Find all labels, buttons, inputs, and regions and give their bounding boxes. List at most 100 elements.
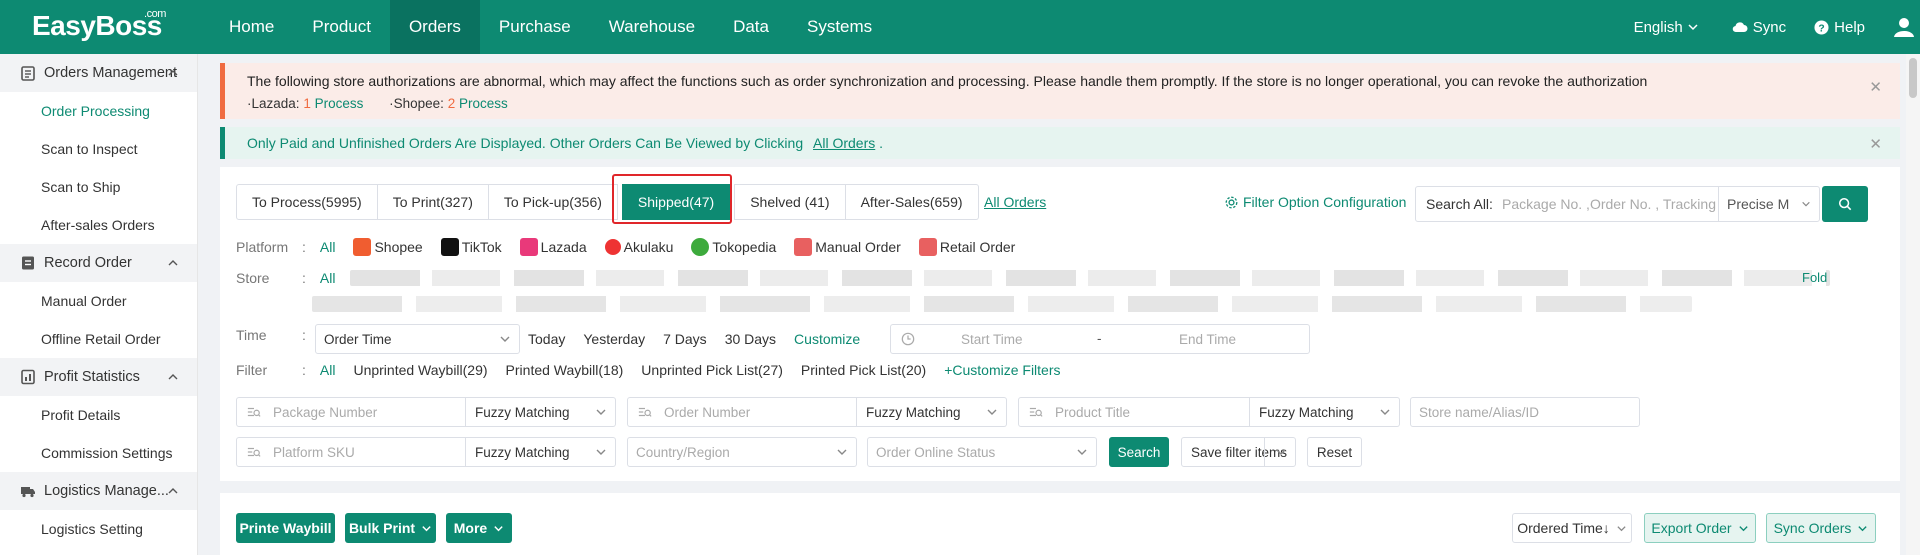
close-icon[interactable]: ✕ bbox=[1869, 135, 1882, 153]
chevron-down-icon bbox=[596, 409, 606, 415]
order-number-match-select[interactable]: Fuzzy Matching bbox=[857, 397, 1007, 427]
export-order-button[interactable]: Export Order bbox=[1644, 513, 1756, 543]
tab-to-print[interactable]: To Print(327) bbox=[377, 184, 489, 220]
clock-icon bbox=[901, 332, 915, 346]
bulk-print-button[interactable]: Bulk Print bbox=[345, 513, 436, 543]
search-mode-select[interactable]: Precise M bbox=[1719, 196, 1819, 212]
lazada-label: ·Lazada: bbox=[247, 96, 300, 111]
chart-icon bbox=[21, 369, 35, 385]
filter-label: Filter bbox=[236, 362, 268, 378]
sidebar-group-orders-management[interactable]: Orders Management bbox=[0, 54, 197, 92]
date-range-picker[interactable]: Start Time - End Time bbox=[890, 324, 1310, 354]
filter-panel: To Process(5995) To Print(327) To Pick-u… bbox=[220, 167, 1900, 481]
platform-sku-match-select[interactable]: Fuzzy Matching bbox=[466, 437, 616, 467]
save-filter-items-button[interactable]: Save filter items bbox=[1181, 437, 1296, 467]
sidebar-item-logistics-setting[interactable]: Logistics Setting bbox=[0, 510, 197, 548]
tab-to-pick-up[interactable]: To Pick-up(356) bbox=[488, 184, 618, 220]
tab-to-process[interactable]: To Process(5995) bbox=[236, 184, 378, 220]
platform-tiktok[interactable]: TikTok bbox=[440, 238, 502, 256]
filter-option-configuration[interactable]: Filter Option Configuration bbox=[1225, 194, 1406, 210]
chevron-down-icon bbox=[422, 525, 431, 531]
sidebar-group-logistics-management[interactable]: Logistics Manage... bbox=[0, 472, 197, 510]
filter-printed-pick-list[interactable]: Printed Pick List(20) bbox=[801, 362, 926, 378]
product-title-match-select[interactable]: Fuzzy Matching bbox=[1250, 397, 1400, 427]
sidebar-item-manual-order[interactable]: Manual Order bbox=[0, 282, 197, 320]
platform-sku-input[interactable]: Platform SKU bbox=[236, 437, 466, 467]
filter-unprinted-pick-list[interactable]: Unprinted Pick List(27) bbox=[641, 362, 783, 378]
gear-icon bbox=[1225, 196, 1238, 208]
tab-shelved[interactable]: Shelved (41) bbox=[734, 184, 846, 220]
sidebar-group-record-order[interactable]: Record Order bbox=[0, 244, 197, 282]
reset-button[interactable]: Reset bbox=[1307, 437, 1362, 467]
filter-all[interactable]: All bbox=[320, 362, 336, 378]
time-today[interactable]: Today bbox=[528, 331, 565, 347]
time-7-days[interactable]: 7 Days bbox=[663, 331, 707, 347]
page-scrollbar[interactable] bbox=[1906, 54, 1920, 555]
print-waybill-button[interactable]: Printe Waybill bbox=[236, 513, 335, 543]
search-all-input[interactable]: Package No. ,Order No. , Tracking bbox=[1498, 187, 1719, 221]
document-icon bbox=[22, 256, 34, 270]
customize-filters-link[interactable]: +Customize Filters bbox=[944, 362, 1060, 378]
package-number-input[interactable]: Package Number bbox=[236, 397, 466, 427]
product-title-input[interactable]: Product Title bbox=[1018, 397, 1250, 427]
platform-tokopedia[interactable]: Tokopedia bbox=[691, 238, 776, 256]
platform-shopee[interactable]: Shopee bbox=[353, 238, 423, 256]
info-all-orders-link[interactable]: All Orders bbox=[813, 135, 875, 151]
filter-printed-waybill[interactable]: Printed Waybill(18) bbox=[506, 362, 624, 378]
date-separator: - bbox=[1097, 331, 1102, 346]
close-icon[interactable]: ✕ bbox=[1869, 78, 1882, 96]
country-region-select[interactable]: Country/Region bbox=[627, 437, 857, 467]
sidebar-item-after-sales-orders[interactable]: After-sales Orders bbox=[0, 206, 197, 244]
lazada-process-link[interactable]: Process bbox=[315, 96, 364, 111]
end-time-input[interactable]: End Time bbox=[1179, 332, 1236, 347]
order-number-input[interactable]: Order Number bbox=[627, 397, 857, 427]
start-time-input[interactable]: Start Time bbox=[961, 332, 1023, 347]
search-button[interactable]: Search bbox=[1109, 437, 1169, 467]
sidebar-item-commission-settings[interactable]: Commission Settings bbox=[0, 434, 197, 472]
platform-retail-order[interactable]: Retail Order bbox=[918, 238, 1015, 256]
time-filter-row: Time : bbox=[236, 327, 306, 343]
time-yesterday[interactable]: Yesterday bbox=[583, 331, 645, 347]
store-fold-toggle[interactable]: Fold bbox=[1802, 270, 1827, 285]
user-avatar-icon[interactable] bbox=[1893, 16, 1915, 38]
sync-button[interactable]: Sync bbox=[1732, 19, 1786, 36]
nav-orders[interactable]: Orders bbox=[389, 0, 480, 54]
platform-lazada[interactable]: Lazada bbox=[519, 238, 587, 256]
language-selector[interactable]: English bbox=[1634, 19, 1704, 36]
sidebar-item-scan-to-inspect[interactable]: Scan to Inspect bbox=[0, 130, 197, 168]
nav-data[interactable]: Data bbox=[714, 0, 788, 54]
platform-akulaku[interactable]: Akulaku bbox=[604, 239, 673, 255]
nav-home[interactable]: Home bbox=[210, 0, 293, 54]
sync-orders-button[interactable]: Sync Orders bbox=[1766, 513, 1876, 543]
sort-order-select[interactable]: Ordered Time↓ bbox=[1512, 513, 1632, 543]
platform-manual-order[interactable]: Manual Order bbox=[794, 238, 901, 256]
time-customize[interactable]: Customize bbox=[794, 331, 860, 347]
time-30-days[interactable]: 30 Days bbox=[725, 331, 776, 347]
nav-systems[interactable]: Systems bbox=[788, 0, 891, 54]
sidebar-group-label: Profit Statistics bbox=[44, 369, 140, 385]
tab-after-sales[interactable]: After-Sales(659) bbox=[845, 184, 979, 220]
nav-purchase[interactable]: Purchase bbox=[480, 0, 590, 54]
store-name-input[interactable]: Store name/Alias/ID bbox=[1410, 397, 1640, 427]
shopee-process-link[interactable]: Process bbox=[459, 96, 508, 111]
more-button[interactable]: More bbox=[446, 513, 512, 543]
sidebar-item-offline-retail-order[interactable]: Offline Retail Order bbox=[0, 320, 197, 358]
order-online-status-select[interactable]: Order Online Status bbox=[867, 437, 1097, 467]
all-orders-link[interactable]: All Orders bbox=[984, 194, 1046, 210]
filter-unprinted-waybill[interactable]: Unprinted Waybill(29) bbox=[353, 362, 487, 378]
sidebar-item-order-processing[interactable]: Order Processing bbox=[0, 92, 197, 130]
store-all[interactable]: All bbox=[320, 270, 336, 286]
sidebar-group-profit-statistics[interactable]: Profit Statistics bbox=[0, 358, 197, 396]
easyboss-logo[interactable]: EasyBoss .com bbox=[32, 8, 166, 42]
package-number-match-select[interactable]: Fuzzy Matching bbox=[466, 397, 616, 427]
nav-product[interactable]: Product bbox=[293, 0, 390, 54]
sidebar-item-scan-to-ship[interactable]: Scan to Ship bbox=[0, 168, 197, 206]
search-all-button[interactable] bbox=[1822, 186, 1868, 222]
language-label: English bbox=[1633, 18, 1683, 36]
help-button[interactable]: ? Help bbox=[1814, 19, 1865, 36]
sidebar-item-profit-details[interactable]: Profit Details bbox=[0, 396, 197, 434]
platform-all[interactable]: All bbox=[320, 239, 336, 255]
time-field-select[interactable]: Order Time bbox=[315, 324, 520, 354]
nav-warehouse[interactable]: Warehouse bbox=[590, 0, 714, 54]
scrollbar-thumb[interactable] bbox=[1909, 58, 1917, 98]
